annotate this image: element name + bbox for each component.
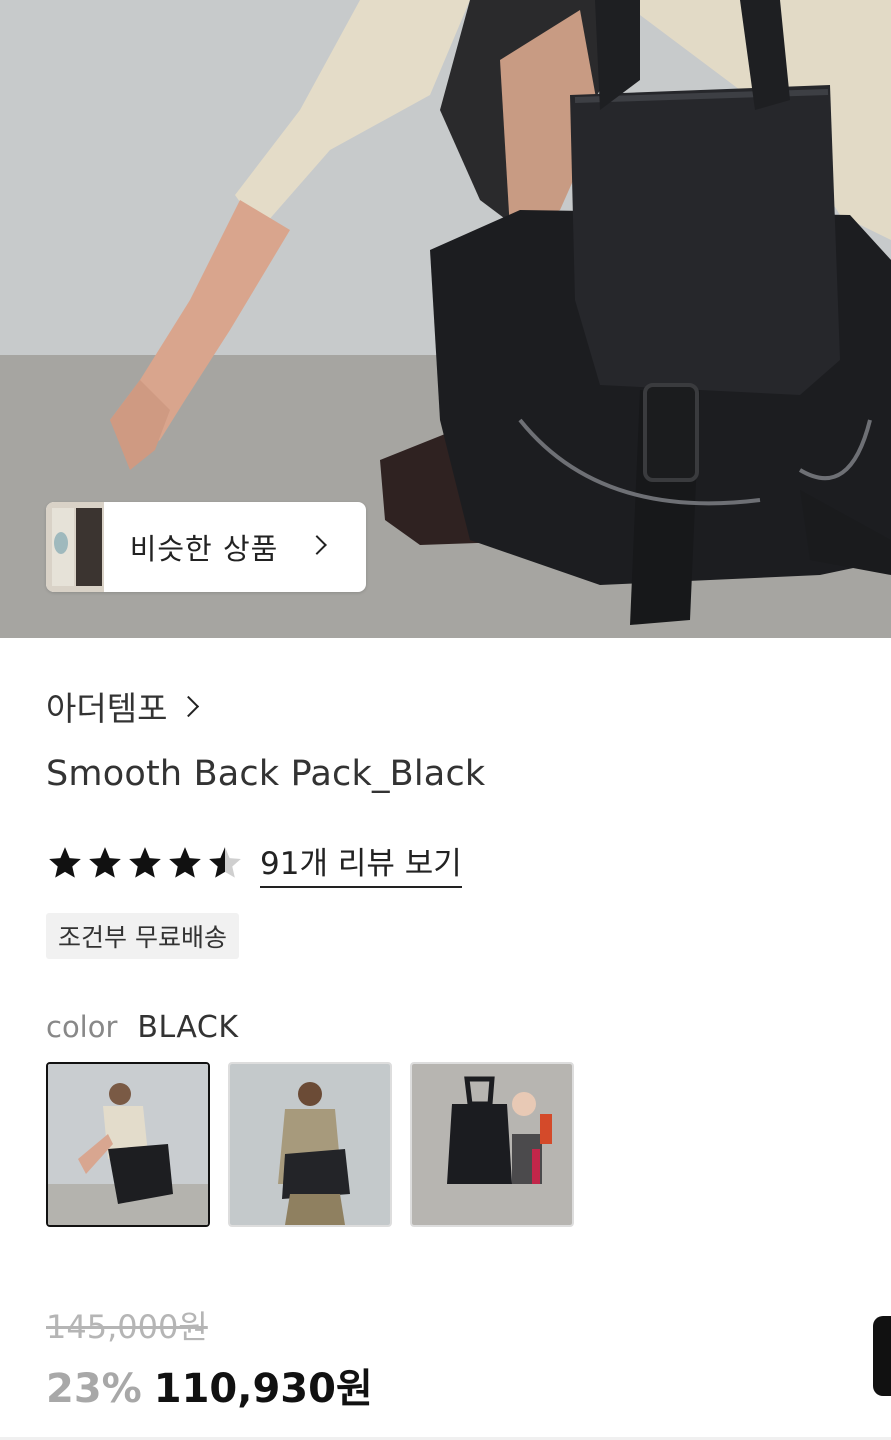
similar-products-label: 비슷한 상품	[129, 532, 279, 566]
star-full-icon	[129, 847, 161, 878]
color-thumbnails	[46, 1062, 592, 1227]
similar-products-thumbnail	[46, 502, 104, 592]
discount-rate: 23%	[46, 1366, 142, 1412]
brand-name: 아더템포	[46, 689, 168, 728]
floating-side-tab[interactable]	[873, 1316, 891, 1396]
color-label: color	[46, 1010, 118, 1044]
brand-link[interactable]: 아더템포	[46, 682, 200, 730]
thumbnail-bag-flatlay[interactable]	[410, 1062, 574, 1227]
view-reviews-link[interactable]: 91개 리뷰 보기	[260, 838, 462, 888]
color-value: BLACK	[137, 1010, 239, 1045]
star-full-icon	[89, 847, 121, 878]
chevron-right-icon	[178, 695, 200, 717]
rating-row: 91개 리뷰 보기	[46, 838, 462, 888]
shipping-badge: 조건부 무료배송	[46, 913, 239, 959]
similar-products-button[interactable]: 비슷한 상품	[46, 502, 366, 592]
product-hero-image[interactable]: 비슷한 상품	[0, 0, 891, 638]
thumbnail-model-standing[interactable]	[228, 1062, 392, 1227]
price-row: 23% 110,930원	[46, 1356, 373, 1414]
star-half-icon	[209, 847, 241, 878]
star-full-icon	[49, 847, 81, 878]
chevron-right-icon	[307, 535, 330, 557]
original-price: 145,000원	[46, 1308, 208, 1346]
product-title: Smooth Back Pack_Black	[46, 754, 486, 794]
sale-price: 110,930원	[153, 1366, 373, 1412]
star-full-icon	[169, 847, 201, 878]
star-rating	[46, 844, 246, 882]
color-option-row: color BLACK	[46, 1010, 239, 1045]
thumbnail-model-crouching[interactable]	[46, 1062, 210, 1227]
